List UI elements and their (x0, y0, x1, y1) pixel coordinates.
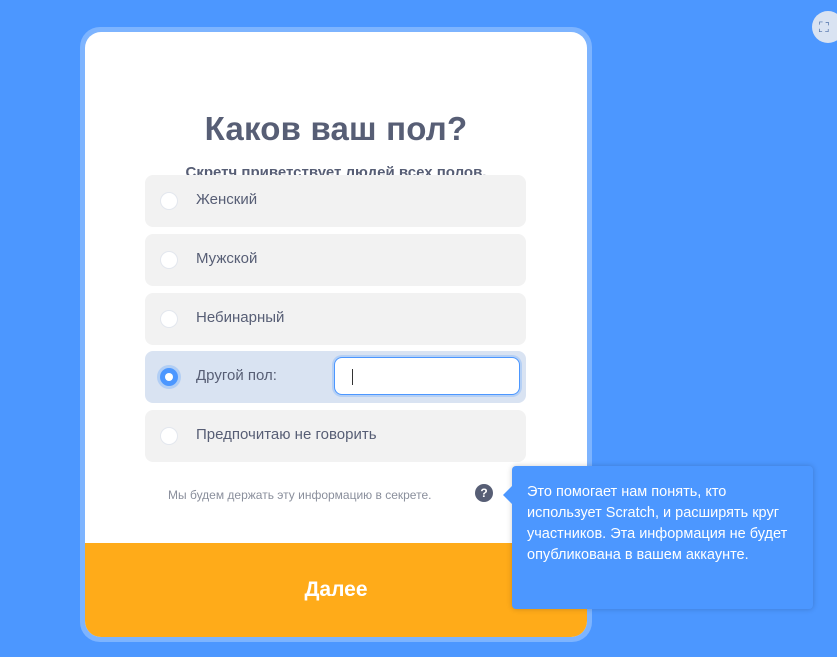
page-title: Каков ваш пол? (204, 110, 468, 147)
radio-button[interactable] (160, 310, 178, 328)
screen-capture-icon: ⛶ (819, 18, 829, 35)
question-icon[interactable]: ? (475, 484, 493, 502)
option-label: Мужской (196, 250, 258, 267)
option-prefer-not-say[interactable]: Предпочитаю не говорить (145, 410, 526, 462)
option-label: Другой пол: (196, 367, 277, 384)
text-caret (352, 369, 353, 385)
screen-capture-button[interactable]: ⛶ (812, 11, 837, 43)
tooltip-text: Это помогает нам понять, кто использует … (527, 484, 788, 563)
option-label: Женский (196, 191, 258, 208)
option-label: Предпочитаю не говорить (196, 426, 377, 443)
option-other[interactable]: Другой пол: (145, 351, 526, 403)
info-tooltip: Это помогает нам понять, кто использует … (503, 466, 813, 609)
radio-button[interactable] (160, 251, 178, 269)
tooltip-arrow (503, 486, 512, 504)
radio-button-selected[interactable] (160, 368, 178, 386)
option-female[interactable]: Женский (145, 175, 526, 227)
option-nonbinary[interactable]: Небинарный (145, 293, 526, 345)
option-label: Небинарный (196, 309, 285, 326)
radio-button[interactable] (160, 192, 178, 210)
privacy-note: Мы будем держать эту информацию в секрет… (168, 488, 432, 502)
option-male[interactable]: Мужской (145, 234, 526, 286)
radio-button[interactable] (160, 427, 178, 445)
other-gender-input[interactable] (334, 357, 520, 395)
